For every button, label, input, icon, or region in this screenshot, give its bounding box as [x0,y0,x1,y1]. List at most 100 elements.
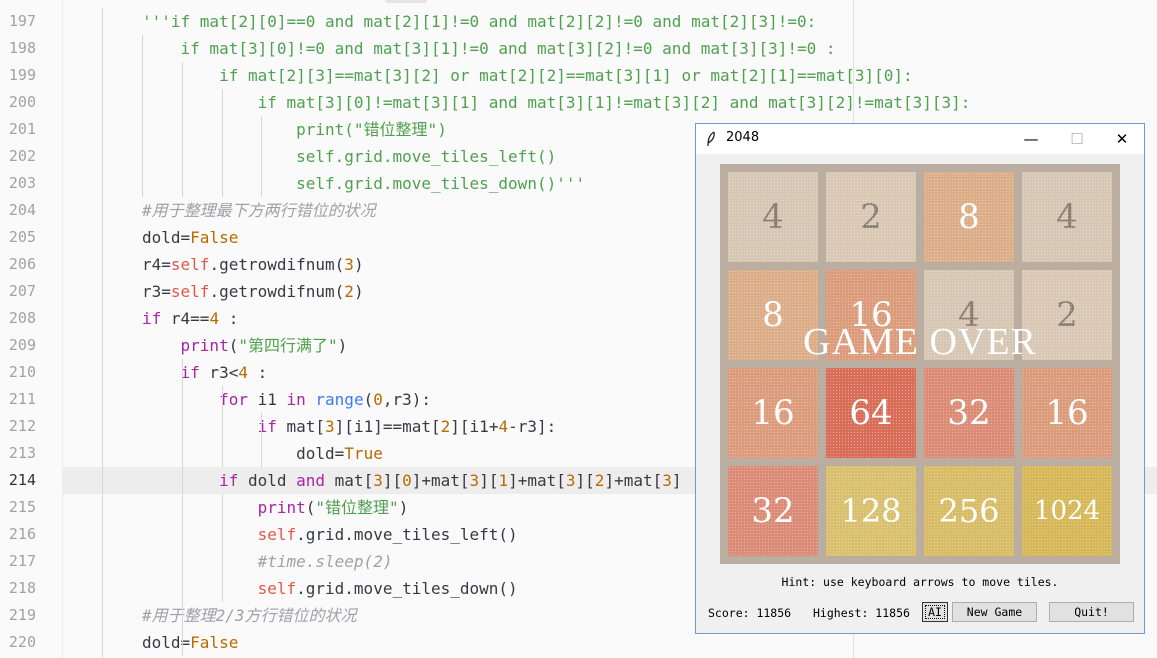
line-number: 220 [8,633,36,651]
indent-guide [261,116,262,197]
code-line[interactable]: dold=True [142,440,383,467]
new-game-button[interactable]: New Game [952,602,1037,622]
code-line[interactable]: if r4==4 : [142,305,238,332]
indent-guide [222,89,223,197]
line-number: 200 [8,93,36,111]
code-token: in [286,390,306,409]
hint-text: Hint: use keyboard arrows to move tiles. [781,575,1059,589]
code-token: 1 [498,471,509,490]
code-line[interactable]: if mat[3][0]!=0 and mat[3][1]!=0 and mat… [142,35,836,62]
code-token: 3 [469,471,480,490]
code-line[interactable]: if r3<4 : [142,359,268,386]
code-token: 4 [238,363,248,382]
line-number: 205 [8,228,36,246]
window-titlebar[interactable]: 2048 — ☐ ✕ [696,124,1144,154]
quit-button[interactable]: Quit! [1049,602,1134,622]
code-token: r3= [142,282,171,301]
code-token: self.grid.move_tiles_left() [142,147,557,166]
line-number: 219 [8,606,36,624]
code-line[interactable]: if mat[3][0]!=mat[3][1] and mat[3][1]!=m… [142,89,971,116]
code-token: self.grid.move_tiles_down()''' [142,174,586,193]
code-token: ]+mat[ [604,471,663,490]
code-token: ]+mat[ [411,471,470,490]
line-number: 202 [8,147,36,165]
code-token: if mat[3][0]!=mat[3][1] and mat[3][1]!=m… [142,93,971,112]
line-number: 215 [8,498,36,516]
code-token: ][ [479,471,499,490]
code-line[interactable]: if dold and mat[3][0]+mat[3][1]+mat[3][2… [142,467,682,494]
line-number: 212 [8,417,36,435]
code-token: True [344,444,383,463]
code-line[interactable]: if mat[2][3]==mat[3][2] or mat[2][2]==ma… [142,62,913,89]
code-token: ( [305,498,316,517]
code-line[interactable]: #用于整理最下方两行错位的状况 [142,197,376,224]
line-number: 210 [8,363,36,381]
code-token: .getrowdifnum( [209,255,345,274]
code-token: .getrowdifnum( [209,282,345,301]
code-line[interactable]: r3=self.getrowdifnum(2) [142,278,364,305]
code-token: dold [238,471,297,490]
code-token: self [257,525,297,544]
line-number: 203 [8,174,36,192]
code-line[interactable]: self.grid.move_tiles_left() [142,143,556,170]
code-line[interactable]: if mat[3][i1]==mat[2][i1+4-r3]: [142,413,557,440]
code-line[interactable]: print("第四行满了") [142,332,348,359]
game-window[interactable]: 2048 — ☐ ✕ 4 2 8 4 8 16 4 2 16 64 32 16 32 128 256 1024… [695,123,1145,634]
indent-guide [182,62,183,197]
editor-tab-strip [0,0,1157,8]
code-line[interactable]: self.grid.move_tiles_down()''' [142,170,585,197]
code-line[interactable]: print("错位整理") [142,116,447,143]
code-token: for [219,390,248,409]
code-token: mat[ [276,417,326,436]
code-line[interactable]: for i1 in range(0,r3): [142,386,431,413]
code-line[interactable]: #用于整理2/3方行错位的状况 [142,602,357,629]
code-token: ]+mat[ [508,471,566,490]
line-number: 207 [8,282,36,300]
code-line[interactable]: dold=False [142,629,238,656]
code-token: 2 [344,282,354,301]
code-token: 3 [373,471,383,490]
code-line[interactable]: r4=self.getrowdifnum(3) [142,251,364,278]
code-token: and [296,471,326,490]
code-token: ) [353,255,364,274]
code-token: 3 [344,255,354,274]
tab-edge [385,0,427,3]
code-token: 0 [373,390,383,409]
code-token: False [190,228,239,247]
code-token: if mat[2][3]==mat[3][2] or mat[2][2]==ma… [142,66,913,85]
code-line[interactable]: dold=False [142,224,238,251]
close-button[interactable]: ✕ [1099,124,1145,154]
line-number: 201 [8,120,36,138]
minimize-button[interactable]: — [1008,124,1054,154]
code-token: i1 [247,390,287,409]
code-token: '''if mat[2][0]==0 and mat[2][1]!=0 and … [142,12,817,31]
code-token: ] [671,471,682,490]
line-number: 206 [8,255,36,273]
line-number: 218 [8,579,36,597]
indent-guide [102,8,103,658]
code-token: -r3]: [508,417,557,436]
line-number: 204 [8,201,36,219]
maximize-button[interactable]: ☐ [1054,124,1100,154]
indent-guide [182,359,183,656]
code-line[interactable]: self.grid.move_tiles_down() [142,575,518,602]
line-number: 217 [8,552,36,570]
code-token: : [219,309,239,328]
score-label: Score: 11856 [708,606,792,620]
code-token: "错位整理" [315,498,399,517]
indent-guide [222,386,223,467]
code-token: "第四行满了" [238,336,338,355]
code-token: r3< [199,363,239,382]
code-line[interactable]: self.grid.move_tiles_left() [142,521,518,548]
indent-guide [222,494,223,602]
code-token: if [180,363,200,382]
code-token: self [257,579,297,598]
code-token: r4= [142,255,171,274]
code-line[interactable]: '''if mat[2][0]==0 and mat[2][1]!=0 and … [142,8,816,35]
ai-button[interactable]: AI [922,602,948,622]
code-line[interactable]: #time.sleep(2) [142,548,393,575]
